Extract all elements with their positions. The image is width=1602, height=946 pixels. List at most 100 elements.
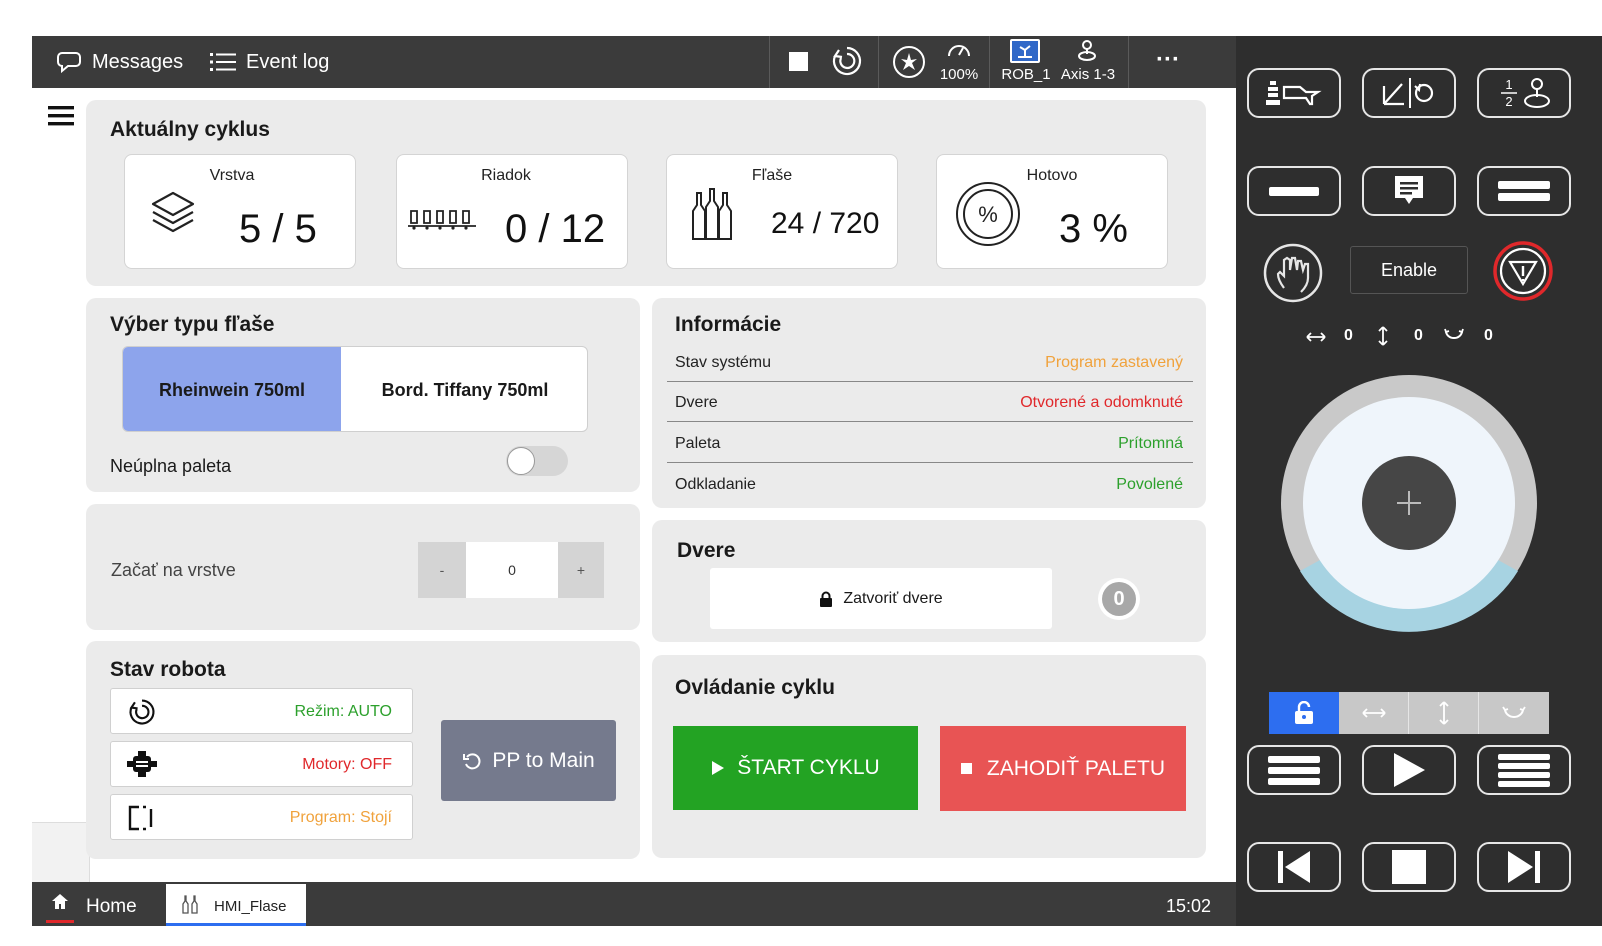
- speed-value: 100%: [939, 66, 979, 83]
- bottles-icon: [692, 188, 732, 240]
- start-layer-input[interactable]: 0: [466, 542, 558, 598]
- emergency-stop-icon[interactable]: [1492, 240, 1554, 302]
- hmi-flase-tab[interactable]: HMI_Flase: [166, 884, 306, 926]
- home-label: Home: [86, 896, 137, 917]
- percent-sign: %: [978, 202, 998, 227]
- axis-group-icon: 1 2: [1501, 77, 1550, 109]
- dash-icon: [1269, 186, 1319, 196]
- bottles-value: 24 / 720: [771, 207, 880, 240]
- motors-value: Motory: OFF: [302, 756, 392, 773]
- stop-button[interactable]: [1362, 842, 1456, 892]
- program-row: Program: Stojí: [110, 794, 413, 840]
- program-key-3[interactable]: [1477, 166, 1571, 216]
- hamburger-menu-icon[interactable]: [48, 104, 74, 128]
- axis-group-button[interactable]: 1 2: [1477, 68, 1571, 118]
- start-cycle-label: ŠTART CYKLU: [737, 756, 880, 779]
- enable-button[interactable]: Enable: [1350, 246, 1468, 294]
- option-bord-tiffany[interactable]: Bord. Tiffany 750ml: [341, 347, 587, 431]
- jog-z-value: 0: [1484, 327, 1493, 344]
- info-row-doors: Dvere Otvorené a odomknuté: [667, 382, 1193, 422]
- robot-name[interactable]: ROB_1: [998, 66, 1054, 83]
- play-icon: [712, 761, 725, 775]
- info-value: Otvorené a odomknuté: [1020, 394, 1183, 411]
- bottle-type-title: Výber typu fľaše: [110, 313, 275, 336]
- program-key-2[interactable]: [1362, 166, 1456, 216]
- incomplete-pallet-label: Neúplna paleta: [110, 456, 232, 476]
- close-doors-label: Zatvoriť dvere: [843, 589, 943, 607]
- list-icon: [210, 53, 236, 71]
- step-backward-button[interactable]: [1247, 842, 1341, 892]
- program-key-5[interactable]: [1477, 745, 1571, 795]
- lock-y-button[interactable]: [1409, 692, 1479, 734]
- side-panel-tab[interactable]: [32, 822, 90, 882]
- quad-bar-icon: [1498, 753, 1550, 787]
- done-stat: Hotovo % 3 %: [936, 154, 1168, 269]
- stop-status-icon[interactable]: [789, 52, 808, 71]
- home-tab[interactable]: Home: [42, 882, 167, 926]
- linear-reorient-button[interactable]: [1362, 68, 1456, 118]
- horizontal-arrow-icon: [1361, 708, 1386, 718]
- info-key: Paleta: [675, 435, 721, 452]
- more-button[interactable]: ···: [1156, 46, 1180, 74]
- start-cycle-button[interactable]: ŠTART CYKLU: [673, 726, 918, 810]
- doors-counter-value: 0: [1102, 582, 1136, 616]
- jog-tool-button[interactable]: [1247, 68, 1341, 118]
- incomplete-pallet-toggle[interactable]: [506, 446, 568, 476]
- discard-pallet-label: ZAHODIŤ PALETU: [986, 756, 1166, 780]
- vertical-arrow-icon: [1378, 326, 1388, 346]
- divider: [769, 36, 770, 88]
- layers-icon: [151, 191, 195, 233]
- increment-button[interactable]: +: [558, 542, 604, 598]
- option-rheinwein[interactable]: Rheinwein 750ml: [123, 347, 341, 431]
- lock-jog-button[interactable]: [1269, 692, 1339, 734]
- pp-to-main-label: PP to Main: [492, 748, 595, 772]
- messages-button[interactable]: Messages: [56, 36, 183, 88]
- reset-icon: [463, 752, 481, 769]
- home-underline: [46, 920, 74, 923]
- robot-state-title: Stav robota: [110, 658, 226, 681]
- lock-z-button[interactable]: [1479, 692, 1549, 734]
- lock-x-button[interactable]: [1339, 692, 1409, 734]
- info-value: Prítomná: [1118, 435, 1183, 452]
- speed-override-icon[interactable]: [891, 44, 927, 80]
- info-key: Stav systému: [675, 354, 772, 371]
- program-key-1[interactable]: [1247, 166, 1341, 216]
- axis-jog-icon: [1078, 40, 1096, 61]
- pp-to-main-button[interactable]: PP to Main: [441, 720, 616, 801]
- discard-pallet-button[interactable]: ZAHODIŤ PALETU: [940, 726, 1186, 811]
- doors-title: Dvere: [677, 539, 736, 562]
- auto-mode-icon[interactable]: [830, 44, 864, 78]
- horizontal-arrow-icon: [1306, 332, 1326, 342]
- divider: [989, 36, 990, 88]
- axis-label[interactable]: Axis 1-3: [1056, 66, 1120, 83]
- toggle-knob: [507, 447, 535, 475]
- info-value: Povolené: [1116, 476, 1183, 493]
- home-icon: [52, 894, 68, 909]
- row-value: 0 / 12: [505, 207, 606, 251]
- event-log-button[interactable]: Event log: [210, 36, 329, 88]
- run-button[interactable]: [1362, 745, 1456, 795]
- messages-label: Messages: [92, 50, 184, 73]
- decrement-button[interactable]: -: [418, 542, 466, 598]
- vertical-arrow-icon: [1438, 701, 1449, 725]
- hold-to-run-icon[interactable]: [1262, 242, 1324, 304]
- row-label: Riadok: [481, 167, 531, 184]
- bottle-type-selector: Rheinwein 750ml Bord. Tiffany 750ml: [122, 346, 588, 432]
- cycle-control-title: Ovládanie cyklu: [675, 676, 835, 699]
- step-forward-button[interactable]: [1477, 842, 1571, 892]
- step-backward-icon: [1278, 851, 1310, 883]
- play-icon: [1394, 753, 1425, 787]
- program-key-4[interactable]: [1247, 745, 1341, 795]
- program-value: Program: Stojí: [289, 809, 392, 826]
- close-doors-button[interactable]: Zatvoriť dvere: [710, 568, 1052, 629]
- joystick[interactable]: [1278, 372, 1540, 634]
- robot-icon[interactable]: [1010, 39, 1040, 63]
- info-row-pallet: Paleta Prítomná: [667, 423, 1193, 463]
- info-row-storage: Odkladanie Povolené: [667, 464, 1193, 504]
- info-value: Program zastavený: [1045, 354, 1183, 371]
- info-key: Dvere: [675, 394, 718, 411]
- jog-y-value: 0: [1414, 327, 1423, 344]
- program-pointer-icon: [128, 805, 153, 831]
- stop-icon: [960, 762, 972, 774]
- event-log-label: Event log: [246, 50, 330, 73]
